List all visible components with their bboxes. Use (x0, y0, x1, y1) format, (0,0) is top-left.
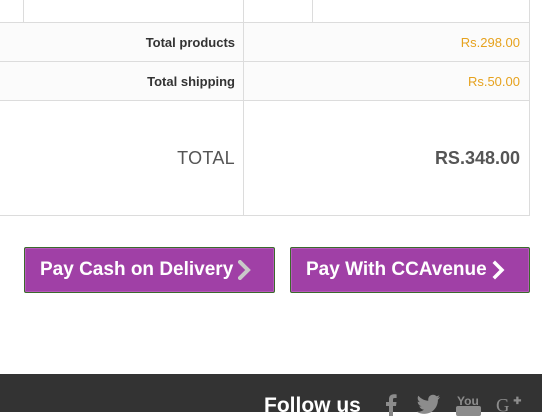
total-shipping-label: Total shipping (0, 61, 244, 101)
grand-total-row: TOTAL RS.348.00 (0, 100, 530, 216)
total-products-label: Total products (0, 22, 244, 62)
table-row (0, 0, 530, 23)
svg-text:You: You (457, 394, 479, 408)
grand-total-value: RS.348.00 (243, 100, 530, 216)
pay-cash-on-delivery-button[interactable]: Pay Cash on Delivery (24, 247, 275, 293)
youtube-icon[interactable]: You (456, 394, 482, 416)
pay-with-ccavenue-label: Pay With CCAvenue (306, 259, 487, 280)
footer: Follow us You G (0, 374, 542, 417)
total-shipping-row: Total shipping Rs.50.00 (0, 61, 530, 101)
svg-text:G: G (496, 396, 509, 417)
chevron-right-icon (238, 260, 252, 280)
order-summary-table: Total products Rs.298.00 Total shipping … (0, 0, 530, 216)
google-plus-icon[interactable]: G (496, 394, 522, 416)
total-shipping-value: Rs.50.00 (243, 61, 530, 101)
twitter-icon[interactable] (416, 394, 442, 416)
total-products-row: Total products Rs.298.00 (0, 22, 530, 62)
pay-with-ccavenue-button[interactable]: Pay With CCAvenue (290, 247, 530, 293)
total-products-value: Rs.298.00 (243, 22, 530, 62)
pay-cash-on-delivery-label: Pay Cash on Delivery (40, 259, 234, 280)
follow-us-label: Follow us (264, 394, 361, 417)
facebook-icon[interactable] (378, 394, 404, 416)
chevron-right-icon (492, 260, 506, 280)
grand-total-label: TOTAL (0, 100, 244, 216)
